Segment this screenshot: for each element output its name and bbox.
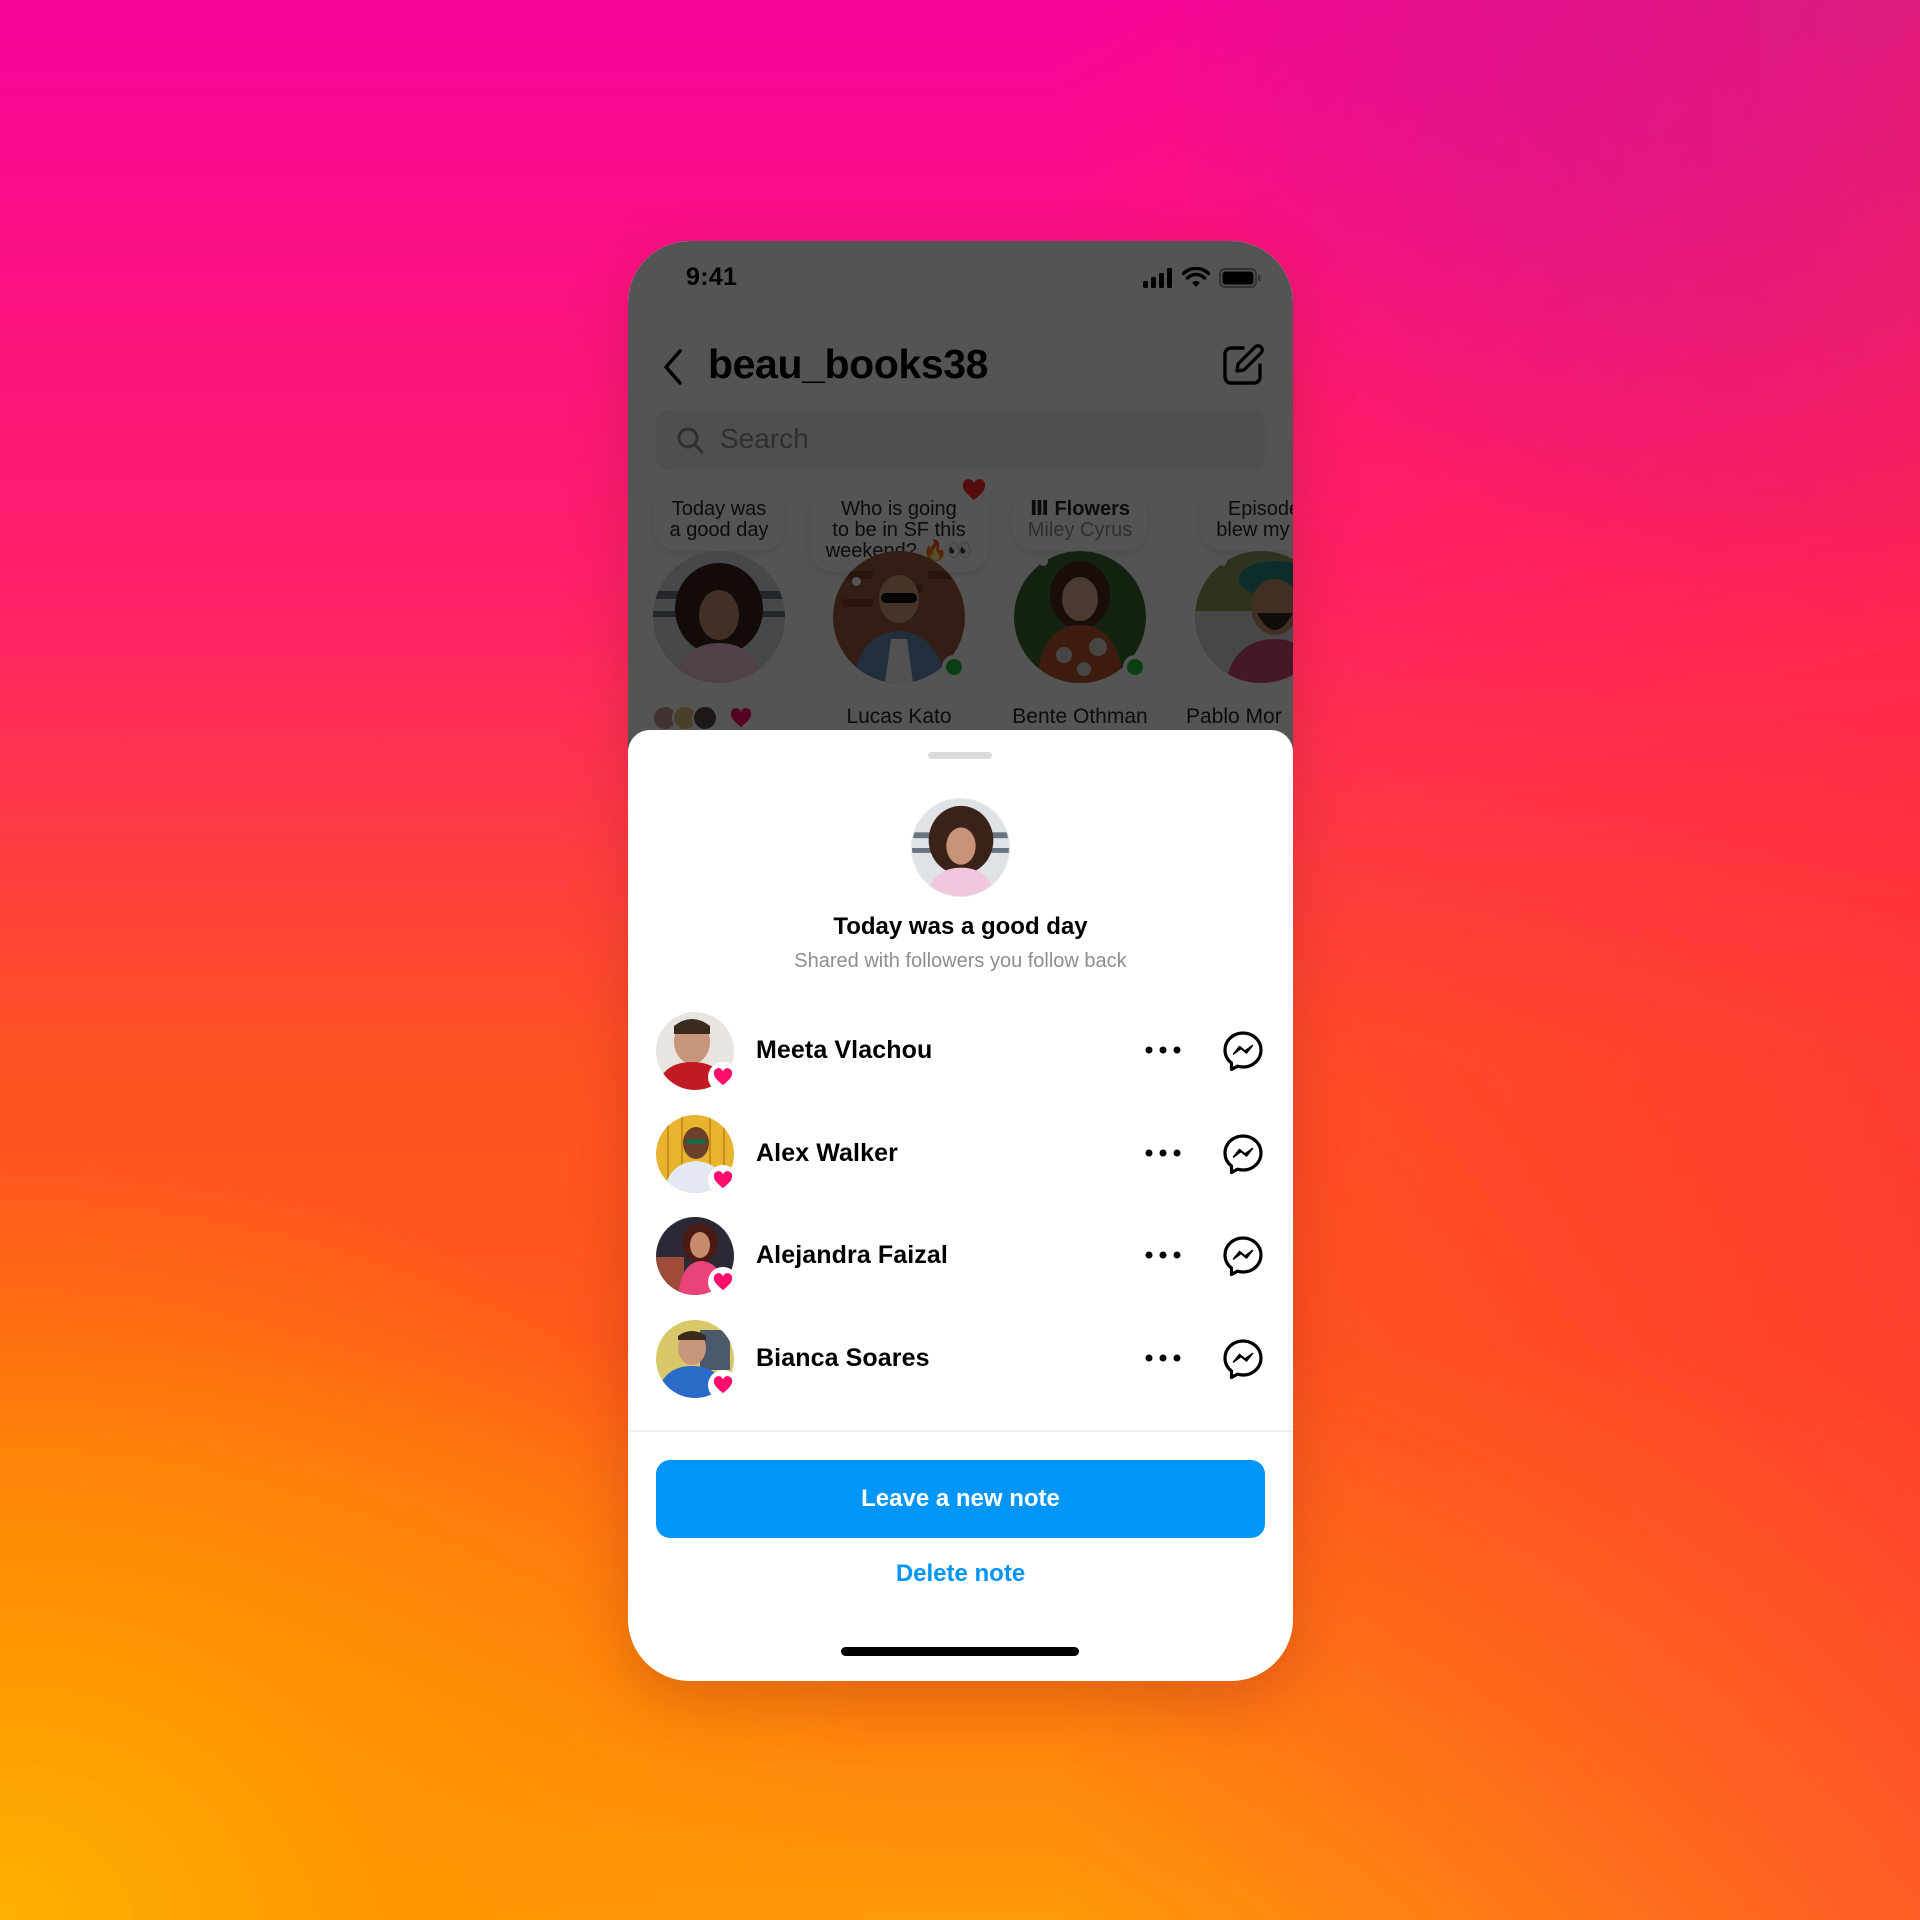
like-badge	[708, 1267, 738, 1297]
note-details-sheet: Today was a good day Shared with followe…	[628, 730, 1293, 1681]
modal-scrim[interactable]	[628, 241, 1293, 761]
like-badge	[708, 1370, 738, 1400]
more-options-icon[interactable]	[1138, 1243, 1188, 1267]
more-options-icon[interactable]	[1138, 1038, 1188, 1062]
heart-icon	[713, 1376, 733, 1394]
note-audience: Shared with followers you follow back	[794, 950, 1127, 972]
list-item[interactable]: Alejandra Faizal	[628, 1205, 1293, 1305]
like-badge	[708, 1062, 738, 1092]
messenger-icon[interactable]	[1222, 1133, 1264, 1175]
liker-name: Alejandra Faizal	[756, 1241, 948, 1269]
home-indicator[interactable]	[841, 1647, 1079, 1656]
like-badge	[708, 1165, 738, 1195]
leave-new-note-button[interactable]: Leave a new note	[656, 1460, 1265, 1538]
delete-note-button[interactable]: Delete note	[628, 1560, 1293, 1588]
phone-frame: 9:41	[628, 241, 1293, 1681]
profile-photo	[912, 799, 1009, 896]
liker-name: Meeta Vlachou	[756, 1036, 933, 1064]
sheet-grab-handle[interactable]	[928, 752, 992, 759]
note-owner-avatar	[911, 798, 1010, 897]
messenger-icon[interactable]	[1222, 1338, 1264, 1380]
liker-name: Bianca Soares	[756, 1344, 930, 1372]
note-text: Today was a good day	[833, 913, 1088, 940]
heart-icon	[713, 1171, 733, 1189]
messenger-icon[interactable]	[1222, 1235, 1264, 1277]
liker-name: Alex Walker	[756, 1139, 898, 1167]
heart-icon	[713, 1068, 733, 1086]
list-item[interactable]: Bianca Soares	[628, 1308, 1293, 1408]
messenger-icon[interactable]	[1222, 1030, 1264, 1072]
more-options-icon[interactable]	[1138, 1141, 1188, 1165]
more-options-icon[interactable]	[1138, 1346, 1188, 1370]
divider	[628, 1430, 1293, 1432]
list-item[interactable]: Alex Walker	[628, 1103, 1293, 1203]
heart-icon	[713, 1273, 733, 1291]
list-item[interactable]: Meeta Vlachou	[628, 1000, 1293, 1100]
